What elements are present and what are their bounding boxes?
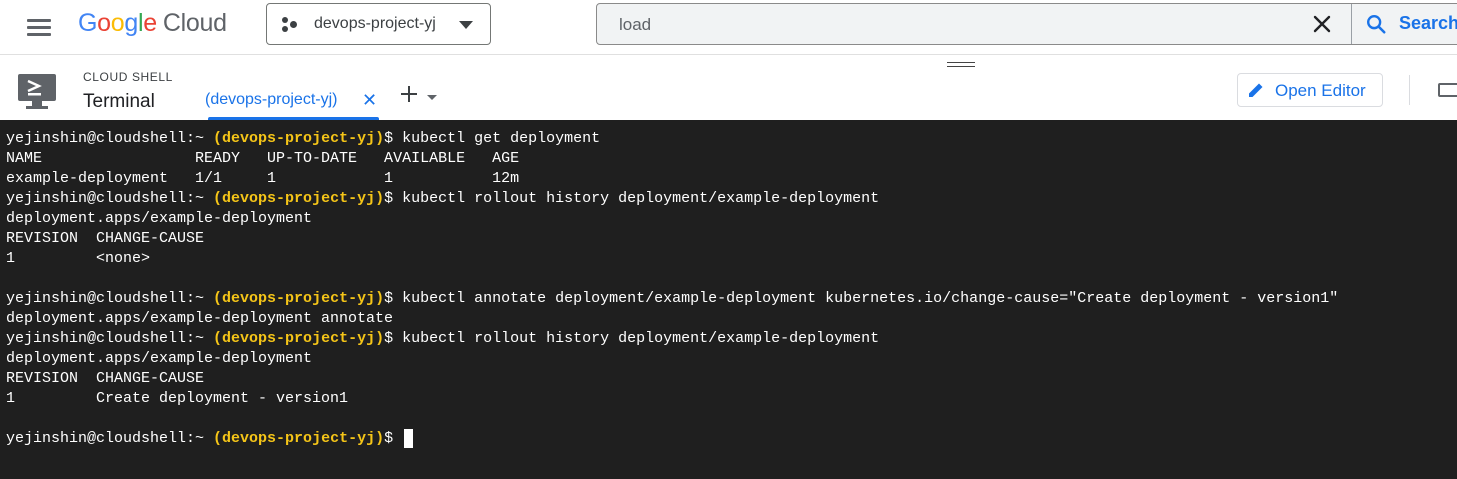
- terminal-output-line: NAME READY UP-TO-DATE AVAILABLE AGE: [6, 150, 520, 167]
- command-text: kubectl rollout history deployment/examp…: [402, 330, 880, 347]
- terminal-command-line: yejinshin@cloudshell:~ (devops-project-y…: [6, 429, 414, 449]
- terminal-output-line: 1 Create deployment - version1: [6, 390, 349, 407]
- terminal-output-line: REVISION CHANGE-CAUSE: [6, 370, 205, 387]
- add-tab-dropdown-icon[interactable]: [427, 95, 437, 100]
- project-selector[interactable]: devops-project-yj: [266, 3, 491, 45]
- terminal-output[interactable]: yejinshin@cloudshell:~ (devops-project-y…: [0, 120, 1457, 479]
- command-text: kubectl get deployment: [402, 130, 601, 147]
- prompt-user: yejinshin@cloudshell:~: [6, 190, 214, 207]
- prompt-project: (devops-project-yj): [213, 430, 385, 447]
- terminal-icon: [18, 74, 56, 109]
- keyboard-icon[interactable]: [1438, 83, 1457, 97]
- google-cloud-logo[interactable]: Google Cloud: [78, 9, 227, 38]
- prompt-project: (devops-project-yj): [213, 290, 385, 307]
- prompt-symbol: $: [384, 290, 403, 307]
- terminal-output-line: example-deployment 1/1 1 1 12m: [6, 170, 520, 187]
- project-name: devops-project-yj: [314, 15, 436, 32]
- project-icon: [282, 17, 300, 33]
- resize-handle[interactable]: [947, 62, 975, 67]
- top-bar: GoogleCloud devops-project-yj Search: [0, 0, 1457, 55]
- add-icon[interactable]: [399, 84, 419, 104]
- terminal-cursor: [404, 429, 414, 448]
- search-icon: [1367, 15, 1386, 34]
- toolbar-divider: [1409, 75, 1410, 105]
- prompt-user: yejinshin@cloudshell:~: [6, 130, 214, 147]
- terminal-command-line: yejinshin@cloudshell:~ (devops-project-y…: [6, 329, 879, 349]
- prompt-project: (devops-project-yj): [213, 190, 385, 207]
- search-button-label: Search: [1399, 13, 1457, 33]
- prompt-project: (devops-project-yj): [213, 130, 385, 147]
- prompt-user: yejinshin@cloudshell:~: [6, 290, 214, 307]
- terminal-output-line: REVISION CHANGE-CAUSE: [6, 230, 205, 247]
- pencil-icon: [1249, 83, 1263, 97]
- terminal-command-line: yejinshin@cloudshell:~ (devops-project-y…: [6, 129, 600, 149]
- clear-icon[interactable]: [1311, 13, 1333, 35]
- prompt-user: yejinshin@cloudshell:~: [6, 330, 214, 347]
- search-bar: Search: [596, 3, 1457, 45]
- cloud-shell-header: CLOUD SHELL Terminal (devops-project-yj)…: [0, 55, 1457, 120]
- terminal-output-line: deployment.apps/example-deployment annot…: [6, 310, 394, 327]
- terminal-command-line: yejinshin@cloudshell:~ (devops-project-y…: [6, 289, 1338, 309]
- prompt-project: (devops-project-yj): [213, 330, 385, 347]
- prompt-symbol: $: [384, 430, 403, 447]
- cloud-shell-label: CLOUD SHELL: [83, 70, 173, 84]
- open-editor-button[interactable]: Open Editor: [1237, 73, 1383, 107]
- terminal-output-line: deployment.apps/example-deployment: [6, 210, 313, 227]
- tab-devops-project[interactable]: (devops-project-yj) ✕: [196, 77, 379, 120]
- menu-icon[interactable]: [24, 12, 54, 42]
- dropdown-icon: [459, 21, 473, 29]
- close-icon[interactable]: ✕: [362, 91, 377, 109]
- terminal-title: Terminal: [83, 91, 155, 112]
- prompt-symbol: $: [384, 190, 403, 207]
- terminal-output-line: deployment.apps/example-deployment: [6, 350, 313, 367]
- terminal-command-line: yejinshin@cloudshell:~ (devops-project-y…: [6, 189, 879, 209]
- prompt-symbol: $: [384, 130, 403, 147]
- open-editor-label: Open Editor: [1275, 81, 1366, 100]
- prompt-user: yejinshin@cloudshell:~: [6, 430, 214, 447]
- search-input[interactable]: [617, 14, 1281, 36]
- tab-label: (devops-project-yj): [205, 91, 338, 108]
- command-text: kubectl rollout history deployment/examp…: [402, 190, 880, 207]
- search-divider: [1351, 4, 1352, 44]
- terminal-output-line: 1 <none>: [6, 250, 151, 267]
- prompt-symbol: $: [384, 330, 403, 347]
- command-text: kubectl annotate deployment/example-depl…: [402, 290, 1339, 307]
